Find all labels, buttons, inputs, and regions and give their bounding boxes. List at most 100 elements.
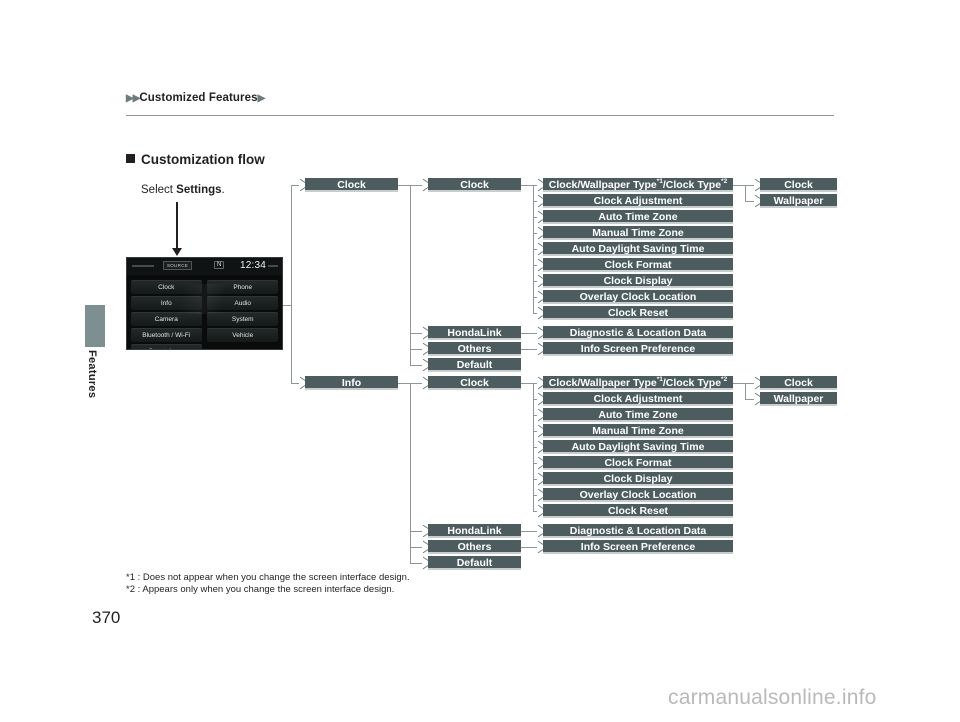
flow-box-g1-col2-hondalink: HondaLink [428, 326, 521, 340]
flow-box-g1-clock-item-5: Clock Format [543, 258, 733, 272]
gear-indicator: N [214, 261, 225, 269]
footnote-2: *2 : Appears only when you change the sc… [126, 584, 395, 595]
flow-box-g1-col4-clock: Clock [760, 178, 837, 192]
connector-line [733, 383, 745, 384]
connector-line [410, 383, 411, 563]
connector-line [410, 185, 411, 365]
flow-box-g1-clock-item-4: Auto Daylight Saving Time [543, 242, 733, 256]
connector-line [410, 547, 422, 548]
section-title-text: Customization flow [141, 152, 265, 167]
breadcrumb-arrow-left-icon: ▶▶ [126, 93, 140, 104]
flow-box-g1-col2-clock: Clock [428, 178, 521, 192]
connector-line [291, 185, 292, 383]
connector-line [291, 185, 299, 186]
flow-box-g2-clock-item-5: Clock Format [543, 456, 733, 470]
device-btn-audio[interactable]: Audio [207, 296, 278, 310]
flow-box-g2-col2-default: Default [428, 556, 521, 570]
connector-line [521, 333, 537, 334]
flow-box-g2-diagnostic-location-data: Diagnostic & Location Data [543, 524, 733, 538]
section-tab-marker [85, 305, 105, 347]
connector-line [745, 399, 754, 400]
status-dash-right [268, 265, 278, 267]
connector-line [410, 349, 422, 350]
connector-line [410, 531, 422, 532]
device-menu-grid: Clock Info Camera Bluetooth / Wi-Fi Smar… [131, 280, 278, 349]
connector-line [291, 383, 299, 384]
flow-box-g2-col4-wallpaper: Wallpaper [760, 392, 837, 406]
connector-line [521, 531, 537, 532]
flow-box-g1-info-screen-preference: Info Screen Preference [543, 342, 733, 356]
device-btn-vehicle[interactable]: Vehicle [207, 328, 278, 342]
flow-box-g2-col2-hondalink: HondaLink [428, 524, 521, 538]
breadcrumb: ▶▶Customized Features▶ [126, 92, 266, 104]
flow-box-g2-col2-others: Others [428, 540, 521, 554]
manual-page: ▶▶Customized Features▶ Features 370 Cust… [0, 0, 960, 722]
instruction-suffix: . [221, 184, 225, 196]
device-btn-camera[interactable]: Camera [131, 312, 202, 326]
flow-box-g1-clock-item-2: Auto Time Zone [543, 210, 733, 224]
section-tab-label: Features [86, 350, 98, 399]
flow-box-g2-col2-clock: Clock [428, 376, 521, 390]
flow-box-g2-clock-item-3: Manual Time Zone [543, 424, 733, 438]
instruction-text: Select Settings. [141, 184, 225, 196]
connector-line [398, 383, 410, 384]
connector-line [410, 383, 422, 384]
footnote-1: *1 : Does not appear when you change the… [126, 572, 410, 583]
flow-box-col1-clock: Clock [305, 178, 398, 192]
device-btn-bluetooth-wifi[interactable]: Bluetooth / Wi-Fi [131, 328, 202, 342]
instruction-bold: Settings [176, 184, 222, 196]
connector-line [745, 201, 754, 202]
connector-line [410, 563, 422, 564]
watermark: carmanualsonline.info [668, 686, 877, 709]
connector-line [733, 185, 745, 186]
device-btn-phone[interactable]: Phone [207, 280, 278, 294]
header-divider [126, 115, 834, 116]
flow-box-g2-clock-item-6: Clock Display [543, 472, 733, 486]
connector-line [398, 185, 410, 186]
flow-box-g2-clock-item-8: Clock Reset [543, 504, 733, 518]
device-menu-right-column: Phone Audio System Vehicle [207, 280, 278, 344]
device-btn-info[interactable]: Info [131, 296, 202, 310]
flow-box-g2-clock-item-0: Clock/Wallpaper Type*1/Clock Type*2 [543, 376, 733, 390]
flow-box-g1-col4-wallpaper: Wallpaper [760, 194, 837, 208]
flow-box-g1-clock-item-0: Clock/Wallpaper Type*1/Clock Type*2 [543, 178, 733, 192]
connector-line [745, 185, 746, 201]
flow-box-g1-col2-default: Default [428, 358, 521, 372]
flow-box-g1-diagnostic-location-data: Diagnostic & Location Data [543, 326, 733, 340]
device-btn-system[interactable]: System [207, 312, 278, 326]
device-screenshot: SOURCE N 12:34 Clock Info Camera Bluetoo… [126, 257, 283, 350]
flow-box-g2-clock-item-2: Auto Time Zone [543, 408, 733, 422]
device-btn-smartphone[interactable]: Smartphone [131, 344, 202, 349]
flow-box-g1-clock-item-8: Clock Reset [543, 306, 733, 320]
connector-line [521, 349, 537, 350]
down-arrow-icon [172, 202, 182, 256]
breadcrumb-label: Customized Features [139, 92, 258, 104]
flow-box-g2-clock-item-4: Auto Daylight Saving Time [543, 440, 733, 454]
clock-time: 12:34 [239, 260, 266, 271]
device-btn-clock[interactable]: Clock [131, 280, 202, 294]
flow-box-g1-clock-item-6: Clock Display [543, 274, 733, 288]
flow-box-g1-clock-item-7: Overlay Clock Location [543, 290, 733, 304]
flow-box-g2-col4-clock: Clock [760, 376, 837, 390]
breadcrumb-arrow-right-icon: ▶ [257, 93, 266, 104]
flow-box-g1-col2-others: Others [428, 342, 521, 356]
connector-line [745, 383, 746, 399]
connector-line [410, 185, 422, 186]
flow-box-g1-clock-item-3: Manual Time Zone [543, 226, 733, 240]
page-number: 370 [92, 608, 121, 627]
source-button[interactable]: SOURCE [163, 261, 193, 270]
connector-line [521, 185, 533, 186]
page-title: Customization flow [126, 152, 265, 167]
connector-line [521, 547, 537, 548]
bullet-square-icon [126, 154, 135, 163]
flow-box-g2-info-screen-preference: Info Screen Preference [543, 540, 733, 554]
connector-line [410, 333, 422, 334]
device-status-bar: SOURCE N 12:34 [127, 258, 282, 275]
flow-box-g1-clock-item-1: Clock Adjustment [543, 194, 733, 208]
status-dash-left [132, 265, 154, 267]
flow-box-g2-clock-item-7: Overlay Clock Location [543, 488, 733, 502]
connector-line [745, 185, 754, 186]
instruction-prefix: Select [141, 184, 177, 196]
flow-box-col1-info: Info [305, 376, 398, 390]
connector-line [521, 383, 533, 384]
